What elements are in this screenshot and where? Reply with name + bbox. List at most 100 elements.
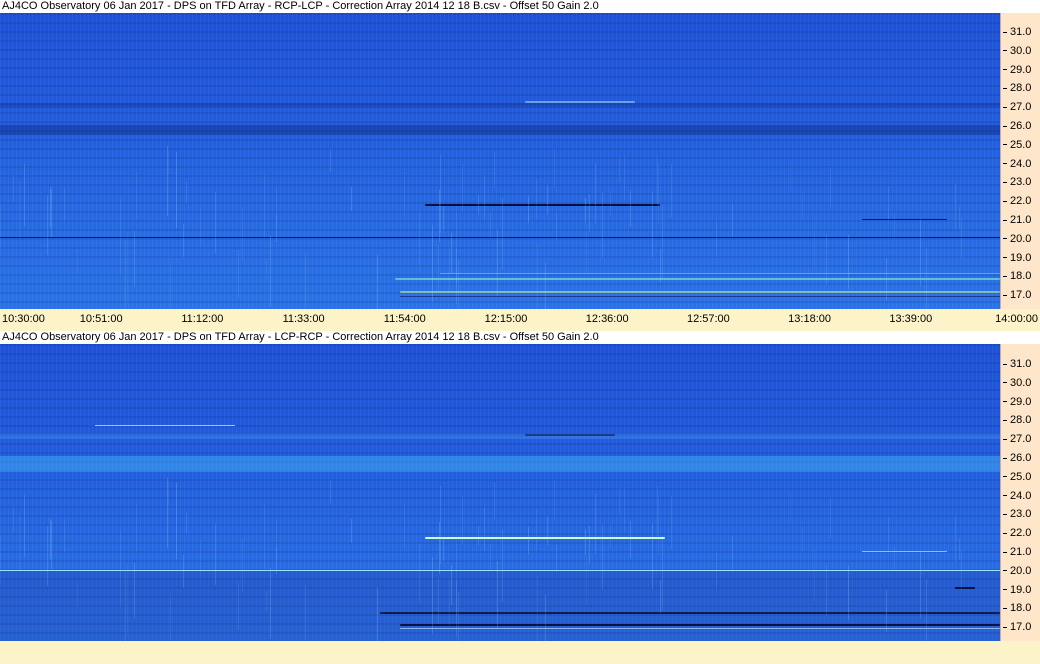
noise-streak xyxy=(242,539,243,593)
noise-streak xyxy=(276,215,277,242)
noise-streak xyxy=(630,190,631,227)
noise-streak xyxy=(490,544,491,570)
noise-streak xyxy=(602,525,603,590)
noise-streak xyxy=(200,540,201,578)
noise-streak xyxy=(419,543,420,603)
frequency-tick-label: 28.0 xyxy=(1003,415,1031,426)
frequency-tick-label: 22.0 xyxy=(1003,528,1031,539)
noise-streak xyxy=(830,498,831,538)
noise-streak xyxy=(242,207,243,261)
noise-streak xyxy=(610,191,611,216)
frequency-tick-label: 20.0 xyxy=(1003,233,1031,245)
noise-streak xyxy=(64,188,65,221)
noise-streak xyxy=(120,198,121,275)
noise-streak xyxy=(215,524,216,585)
noise-streak xyxy=(619,489,620,514)
noise-streak xyxy=(658,495,659,555)
noise-streak xyxy=(528,527,529,554)
noise-streak xyxy=(502,198,503,270)
frequency-tick-label: 27.0 xyxy=(1003,102,1031,113)
noise-streak xyxy=(502,530,503,602)
noise-streak xyxy=(186,182,187,203)
noise-streak xyxy=(377,587,378,641)
noise-streak xyxy=(888,186,889,220)
burst-streak xyxy=(400,624,1000,626)
noise-streak xyxy=(168,150,169,174)
noise-streak xyxy=(547,185,548,214)
noise-streak xyxy=(13,506,14,533)
noise-streak xyxy=(652,192,653,257)
dark-region xyxy=(0,571,1000,641)
noise-streak xyxy=(484,507,485,551)
noise-streak xyxy=(168,482,169,506)
noise-streak xyxy=(305,585,306,640)
noise-streak xyxy=(186,513,187,534)
noise-streak xyxy=(238,250,239,298)
time-tick-label: 11:12:00 xyxy=(181,313,224,325)
frequency-tick-label: 18.0 xyxy=(1003,603,1031,614)
noise-streak xyxy=(238,582,239,630)
noise-streak xyxy=(630,521,631,558)
noise-streak xyxy=(537,576,538,641)
noise-streak xyxy=(589,526,590,563)
panel-title: AJ4CO Observatory 06 Jan 2017 - DPS on T… xyxy=(0,0,1040,13)
noise-streak xyxy=(183,224,184,257)
noise-streak xyxy=(0,535,1,582)
noise-streak xyxy=(556,545,557,572)
noise-streak xyxy=(200,208,201,246)
noise-streak xyxy=(19,182,20,238)
time-tick-label: 11:54:00 xyxy=(383,313,426,325)
spectrogram-plot[interactable] xyxy=(0,344,1000,641)
noise-streak xyxy=(50,519,51,559)
noise-streak xyxy=(484,175,485,219)
noise-streak xyxy=(888,518,889,552)
noise-streak xyxy=(610,523,611,548)
noise-streak xyxy=(19,514,20,570)
interference-line xyxy=(0,237,1000,238)
frequency-tick-label: 26.0 xyxy=(1003,121,1031,132)
time-axis: 10:30:00 10:51:00 11:12:00 11:33:00 11:54:00… xyxy=(0,309,1040,331)
noise-streak xyxy=(351,187,352,211)
frequency-tick-label: 31.0 xyxy=(1003,359,1031,370)
noise-streak xyxy=(136,172,137,219)
noise-streak xyxy=(961,218,962,258)
spectrogram-plot[interactable] xyxy=(0,13,1000,309)
noise-streak xyxy=(167,478,168,548)
noise-streak xyxy=(894,545,895,570)
noise-streak xyxy=(264,505,265,569)
noise-streak xyxy=(120,530,121,607)
signal-streak xyxy=(525,434,615,436)
frequency-tick-label: 22.0 xyxy=(1003,196,1031,207)
noise-streak xyxy=(732,536,733,569)
signal-streak xyxy=(862,219,947,220)
noise-streak xyxy=(77,582,78,606)
noise-streak xyxy=(920,551,921,618)
noise-streak xyxy=(134,231,135,286)
frequency-tick-label: 24.0 xyxy=(1003,158,1031,170)
noise-streak xyxy=(602,193,603,258)
noise-streak xyxy=(330,480,331,503)
noise-streak xyxy=(926,579,927,641)
noise-streak xyxy=(478,526,479,546)
noise-streak xyxy=(13,175,14,202)
noise-streak xyxy=(47,526,48,586)
noise-streak xyxy=(419,211,420,271)
noise-streak xyxy=(456,211,457,285)
noise-streak xyxy=(270,236,271,307)
noise-streak xyxy=(716,553,717,589)
noise-streak xyxy=(790,162,791,191)
noise-streak xyxy=(554,149,555,188)
noise-streak xyxy=(134,563,135,618)
noise-streak xyxy=(554,480,555,519)
time-tick-label: 13:39:00 xyxy=(889,313,933,325)
noise-streak xyxy=(136,504,137,551)
noise-streak xyxy=(462,496,463,544)
time-tick-label: 14:00:00 xyxy=(995,313,1038,325)
noise-streak xyxy=(24,495,25,557)
noise-streak xyxy=(176,152,177,228)
noise-streak xyxy=(456,543,457,617)
noise-streak xyxy=(440,486,441,564)
frequency-tick-label: 17.0 xyxy=(1003,622,1031,633)
noise-streak xyxy=(545,595,546,641)
noise-streak xyxy=(595,494,596,554)
